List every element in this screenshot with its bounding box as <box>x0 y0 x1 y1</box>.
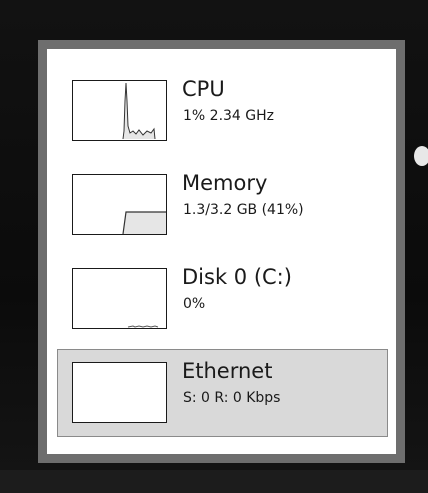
cpu-graph <box>122 82 156 140</box>
perf-item-cpu[interactable]: CPU 1% 2.34 GHz <box>57 67 388 155</box>
memory-label: Memory <box>182 171 268 195</box>
perf-item-ethernet[interactable]: Ethernet S: 0 R: 0 Kbps <box>57 349 388 437</box>
ethernet-usage-text: S: 0 R: 0 Kbps <box>183 390 281 406</box>
disk-usage-text: 0% <box>183 296 206 312</box>
memory-graph <box>122 211 166 234</box>
disk-graph <box>127 325 159 328</box>
perf-item-disk[interactable]: Disk 0 (C:) 0% <box>57 255 388 343</box>
ethernet-label: Ethernet <box>182 359 273 383</box>
disk-label: Disk 0 (C:) <box>182 265 292 289</box>
memory-graph-thumbnail <box>72 174 167 235</box>
disk-graph-thumbnail <box>72 268 167 329</box>
ethernet-graph-thumbnail <box>72 362 167 423</box>
perf-item-memory[interactable]: Memory 1.3/3.2 GB (41%) <box>57 161 388 249</box>
cpu-label: CPU <box>182 77 225 101</box>
cpu-graph-thumbnail <box>72 80 167 141</box>
memory-usage-text: 1.3/3.2 GB (41%) <box>183 202 304 218</box>
cpu-usage-text: 1% 2.34 GHz <box>183 108 275 124</box>
scroll-indicator-dot <box>414 146 428 166</box>
desktop-taskbar-strip <box>0 470 428 493</box>
